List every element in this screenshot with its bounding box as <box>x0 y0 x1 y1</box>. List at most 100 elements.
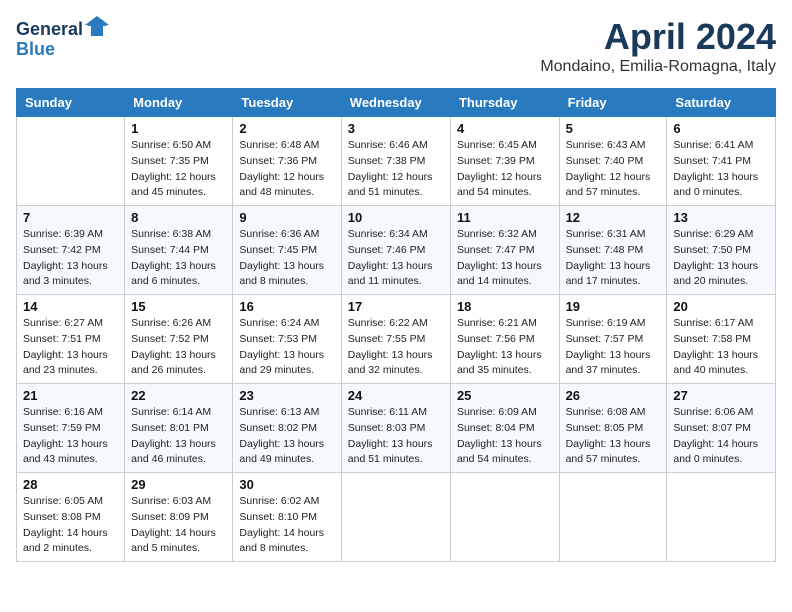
day-info: Sunrise: 6:09 AMSunset: 8:04 PMDaylight:… <box>457 405 553 468</box>
calendar-cell: 16 Sunrise: 6:24 AMSunset: 7:53 PMDayligh… <box>233 295 341 384</box>
day-info: Sunrise: 6:11 AMSunset: 8:03 PMDaylight:… <box>348 405 444 468</box>
day-number: 7 <box>23 210 118 225</box>
calendar-cell: 26 Sunrise: 6:08 AMSunset: 8:05 PMDayligh… <box>559 384 667 473</box>
main-title: April 2024 <box>540 16 776 58</box>
calendar-cell: 30Sunrise: 6:02 AMSunset: 8:10 PMDayligh… <box>233 473 341 562</box>
logo-bird-icon <box>85 16 109 43</box>
day-number: 12 <box>566 210 661 225</box>
calendar-cell: 1 Sunrise: 6:50 AMSunset: 7:35 PMDaylight… <box>125 117 233 206</box>
day-number: 20 <box>673 299 769 314</box>
calendar-cell: 6Sunrise: 6:41 AMSunset: 7:41 PMDaylight… <box>667 117 776 206</box>
calendar-cell <box>341 473 450 562</box>
day-number: 28 <box>23 477 118 492</box>
day-number: 9 <box>239 210 334 225</box>
day-info: Sunrise: 6:31 AMSunset: 7:48 PMDaylight:… <box>566 227 661 290</box>
calendar-cell <box>559 473 667 562</box>
day-number: 5 <box>566 121 661 136</box>
calendar-cell: 22 Sunrise: 6:14 AMSunset: 8:01 PMDayligh… <box>125 384 233 473</box>
day-number: 24 <box>348 388 444 403</box>
calendar-cell: 4Sunrise: 6:45 AMSunset: 7:39 PMDaylight… <box>450 117 559 206</box>
day-info: Sunrise: 6:43 AMSunset: 7:40 PMDaylight:… <box>566 138 661 201</box>
day-info: Sunrise: 6:48 AMSunset: 7:36 PMDaylight:… <box>239 138 334 201</box>
day-info: Sunrise: 6:17 AMSunset: 7:58 PMDaylight:… <box>673 316 769 379</box>
day-info: Sunrise: 6:21 AMSunset: 7:56 PMDaylight:… <box>457 316 553 379</box>
day-info: Sunrise: 6:38 AMSunset: 7:44 PMDaylight:… <box>131 227 226 290</box>
day-number: 2 <box>239 121 334 136</box>
week-row-1: 1 Sunrise: 6:50 AMSunset: 7:35 PMDaylight… <box>17 117 776 206</box>
day-number: 4 <box>457 121 553 136</box>
calendar-cell: 9 Sunrise: 6:36 AMSunset: 7:45 PMDaylight… <box>233 206 341 295</box>
day-number: 26 <box>566 388 661 403</box>
calendar-cell: 13 Sunrise: 6:29 AMSunset: 7:50 PMDayligh… <box>667 206 776 295</box>
day-info: Sunrise: 6:46 AMSunset: 7:38 PMDaylight:… <box>348 138 444 201</box>
day-info: Sunrise: 6:36 AMSunset: 7:45 PMDaylight:… <box>239 227 334 290</box>
calendar-cell: 19 Sunrise: 6:19 AMSunset: 7:57 PMDayligh… <box>559 295 667 384</box>
day-number: 3 <box>348 121 444 136</box>
day-info: Sunrise: 6:39 AMSunset: 7:42 PMDaylight:… <box>23 227 118 290</box>
calendar-cell: 29 Sunrise: 6:03 AMSunset: 8:09 PMDayligh… <box>125 473 233 562</box>
calendar-cell: 5 Sunrise: 6:43 AMSunset: 7:40 PMDaylight… <box>559 117 667 206</box>
calendar-cell: 8 Sunrise: 6:38 AMSunset: 7:44 PMDaylight… <box>125 206 233 295</box>
day-info: Sunrise: 6:02 AMSunset: 8:10 PMDaylight:… <box>239 494 334 557</box>
calendar-table: Sunday Monday Tuesday Wednesday Thursday… <box>16 88 776 562</box>
logo: General Blue <box>16 16 109 60</box>
calendar-cell: 24 Sunrise: 6:11 AMSunset: 8:03 PMDayligh… <box>341 384 450 473</box>
day-number: 13 <box>673 210 769 225</box>
calendar-cell: 2 Sunrise: 6:48 AMSunset: 7:36 PMDaylight… <box>233 117 341 206</box>
calendar-cell <box>17 117 125 206</box>
calendar-cell: 3 Sunrise: 6:46 AMSunset: 7:38 PMDaylight… <box>341 117 450 206</box>
logo-text-general: General <box>16 19 83 40</box>
day-number: 16 <box>239 299 334 314</box>
col-tuesday: Tuesday <box>233 89 341 117</box>
calendar-cell: 12 Sunrise: 6:31 AMSunset: 7:48 PMDayligh… <box>559 206 667 295</box>
day-info: Sunrise: 6:13 AMSunset: 8:02 PMDaylight:… <box>239 405 334 468</box>
day-number: 19 <box>566 299 661 314</box>
day-info: Sunrise: 6:14 AMSunset: 8:01 PMDaylight:… <box>131 405 226 468</box>
week-row-2: 7 Sunrise: 6:39 AMSunset: 7:42 PMDaylight… <box>17 206 776 295</box>
day-info: Sunrise: 6:19 AMSunset: 7:57 PMDaylight:… <box>566 316 661 379</box>
week-row-4: 21Sunrise: 6:16 AMSunset: 7:59 PMDayligh… <box>17 384 776 473</box>
week-row-3: 14 Sunrise: 6:27 AMSunset: 7:51 PMDayligh… <box>17 295 776 384</box>
col-saturday: Saturday <box>667 89 776 117</box>
day-info: Sunrise: 6:32 AMSunset: 7:47 PMDaylight:… <box>457 227 553 290</box>
calendar-cell: 25 Sunrise: 6:09 AMSunset: 8:04 PMDayligh… <box>450 384 559 473</box>
day-number: 23 <box>239 388 334 403</box>
calendar-cell: 15Sunrise: 6:26 AMSunset: 7:52 PMDayligh… <box>125 295 233 384</box>
calendar-cell: 11 Sunrise: 6:32 AMSunset: 7:47 PMDayligh… <box>450 206 559 295</box>
day-info: Sunrise: 6:24 AMSunset: 7:53 PMDaylight:… <box>239 316 334 379</box>
calendar-cell <box>450 473 559 562</box>
col-sunday: Sunday <box>17 89 125 117</box>
day-number: 15 <box>131 299 226 314</box>
day-info: Sunrise: 6:41 AMSunset: 7:41 PMDaylight:… <box>673 138 769 201</box>
day-info: Sunrise: 6:29 AMSunset: 7:50 PMDaylight:… <box>673 227 769 290</box>
day-number: 1 <box>131 121 226 136</box>
day-number: 21 <box>23 388 118 403</box>
calendar-cell <box>667 473 776 562</box>
day-number: 8 <box>131 210 226 225</box>
calendar-cell: 23 Sunrise: 6:13 AMSunset: 8:02 PMDayligh… <box>233 384 341 473</box>
calendar-cell: 20 Sunrise: 6:17 AMSunset: 7:58 PMDayligh… <box>667 295 776 384</box>
day-info: Sunrise: 6:05 AMSunset: 8:08 PMDaylight:… <box>23 494 118 557</box>
day-number: 27 <box>673 388 769 403</box>
day-info: Sunrise: 6:50 AMSunset: 7:35 PMDaylight:… <box>131 138 226 201</box>
calendar-cell: 28 Sunrise: 6:05 AMSunset: 8:08 PMDayligh… <box>17 473 125 562</box>
calendar-cell: 14 Sunrise: 6:27 AMSunset: 7:51 PMDayligh… <box>17 295 125 384</box>
day-number: 14 <box>23 299 118 314</box>
calendar-header-row: Sunday Monday Tuesday Wednesday Thursday… <box>17 89 776 117</box>
calendar-cell: 21Sunrise: 6:16 AMSunset: 7:59 PMDayligh… <box>17 384 125 473</box>
col-monday: Monday <box>125 89 233 117</box>
col-friday: Friday <box>559 89 667 117</box>
day-info: Sunrise: 6:27 AMSunset: 7:51 PMDaylight:… <box>23 316 118 379</box>
day-number: 25 <box>457 388 553 403</box>
day-number: 29 <box>131 477 226 492</box>
day-info: Sunrise: 6:34 AMSunset: 7:46 PMDaylight:… <box>348 227 444 290</box>
day-number: 17 <box>348 299 444 314</box>
day-info: Sunrise: 6:22 AMSunset: 7:55 PMDaylight:… <box>348 316 444 379</box>
calendar-cell: 18Sunrise: 6:21 AMSunset: 7:56 PMDayligh… <box>450 295 559 384</box>
day-info: Sunrise: 6:08 AMSunset: 8:05 PMDaylight:… <box>566 405 661 468</box>
day-number: 22 <box>131 388 226 403</box>
day-number: 11 <box>457 210 553 225</box>
day-info: Sunrise: 6:03 AMSunset: 8:09 PMDaylight:… <box>131 494 226 557</box>
col-thursday: Thursday <box>450 89 559 117</box>
calendar-cell: 7 Sunrise: 6:39 AMSunset: 7:42 PMDaylight… <box>17 206 125 295</box>
